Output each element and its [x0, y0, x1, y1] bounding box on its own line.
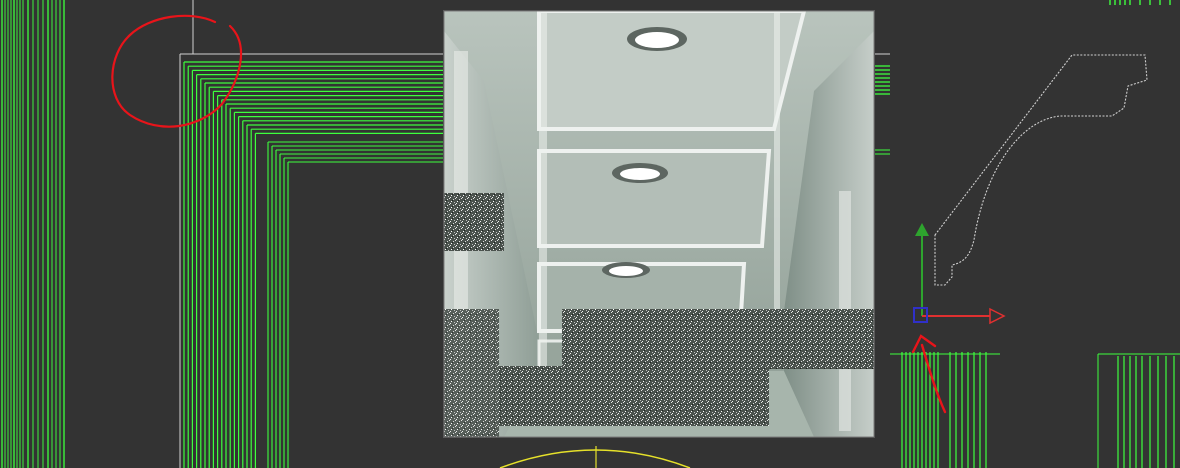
cad-viewport[interactable] — [0, 0, 1180, 468]
bottom-right-line-group — [890, 352, 1180, 468]
crown-molding-profile[interactable] — [934, 54, 1148, 286]
yellow-arc-guide — [499, 449, 691, 468]
render-image — [444, 11, 874, 437]
corner-molding-lines — [183, 61, 444, 468]
left-vertical-line-group — [1, 0, 65, 468]
right-top-line-group — [874, 0, 1171, 155]
render-preview-window[interactable] — [444, 11, 874, 437]
move-gizmo-icon[interactable] — [913, 223, 1006, 325]
